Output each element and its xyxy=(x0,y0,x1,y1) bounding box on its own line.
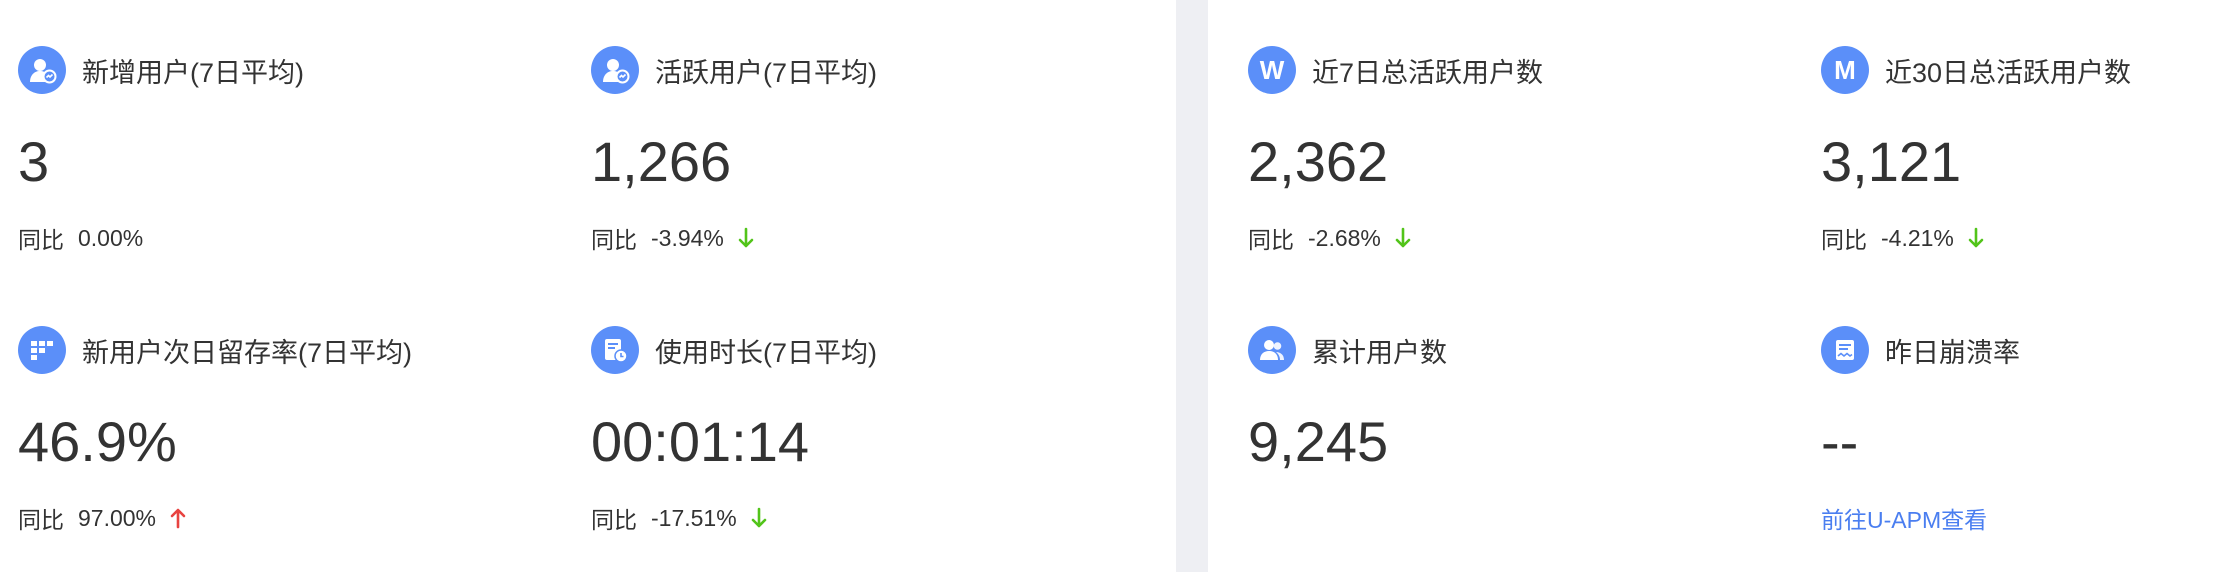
user-chart-icon xyxy=(18,46,66,94)
compare-value: -2.68% xyxy=(1308,224,1381,251)
card-header: W 近7日总活跃用户数 xyxy=(1248,46,1543,94)
right-panel: W 近7日总活跃用户数 2,362 同比 -2.68% M 近30日总活跃用户数… xyxy=(1208,0,2214,572)
card-value: 1,266 xyxy=(591,130,732,193)
card-title: 新增用户(7日平均) xyxy=(82,57,304,88)
document-clock-icon xyxy=(591,326,639,374)
compare-value: -4.21% xyxy=(1881,224,1954,251)
yoy-compare: 同比 -3.94% xyxy=(591,222,754,254)
card-title: 近30日总活跃用户数 xyxy=(1885,57,2132,88)
card-value: 46.9% xyxy=(18,410,177,473)
yoy-compare: 同比 -17.51% xyxy=(591,502,767,534)
panel-divider xyxy=(1176,0,1208,572)
card-header: 累计用户数 xyxy=(1248,326,1447,374)
yoy-compare: 同比 97.00% xyxy=(18,502,186,534)
compare-label: 同比 xyxy=(18,227,64,253)
stat-card-total-users: 累计用户数 9,245 xyxy=(1248,280,1768,520)
compare-label: 同比 xyxy=(591,507,637,533)
u-apm-link[interactable]: 前往U-APM查看 xyxy=(1821,502,1987,534)
stat-card-30day-active: M 近30日总活跃用户数 3,121 同比 -4.21% xyxy=(1821,0,2214,253)
card-header: 使用时长(7日平均) xyxy=(591,326,877,374)
grid-icon xyxy=(18,326,66,374)
week-w-icon: W xyxy=(1248,46,1296,94)
compare-value: 0.00% xyxy=(78,224,144,251)
compare-value: 97.00% xyxy=(78,504,157,531)
stat-card-active-users: 活跃用户(7日平均) 1,266 同比 -3.94% xyxy=(591,0,1111,253)
card-title: 近7日总活跃用户数 xyxy=(1312,57,1544,88)
card-title: 新用户次日留存率(7日平均) xyxy=(82,337,412,368)
card-title: 使用时长(7日平均) xyxy=(655,337,877,368)
users-icon xyxy=(1248,326,1296,374)
yoy-compare: 同比 -4.21% xyxy=(1821,222,1984,254)
yoy-compare: 同比 -2.68% xyxy=(1248,222,1411,254)
card-value: -- xyxy=(1821,410,1859,473)
arrow-down-icon xyxy=(751,507,767,529)
stat-card-new-users: 新增用户(7日平均) 3 同比 0.00% xyxy=(18,0,538,253)
yoy-compare: 同比 0.00% xyxy=(18,222,143,254)
month-m-icon: M xyxy=(1821,46,1869,94)
card-value: 2,362 xyxy=(1248,130,1389,193)
arrow-up-icon xyxy=(170,507,186,529)
stat-card-crash-rate: 昨日崩溃率 -- 前往U-APM查看 xyxy=(1821,280,2214,533)
card-title: 昨日崩溃率 xyxy=(1885,337,2020,368)
stat-card-usage-duration: 使用时长(7日平均) 00:01:14 同比 -17.51% xyxy=(591,280,1111,533)
compare-value: -17.51% xyxy=(651,504,737,531)
left-panel: 新增用户(7日平均) 3 同比 0.00% 活跃用户(7日平均) 1,266 同… xyxy=(0,0,1176,572)
compare-label: 同比 xyxy=(591,227,637,253)
card-header: 新增用户(7日平均) xyxy=(18,46,304,94)
compare-label: 同比 xyxy=(1821,227,1867,253)
arrow-down-icon xyxy=(1395,227,1411,249)
card-value: 00:01:14 xyxy=(591,410,809,473)
arrow-down-icon xyxy=(1968,227,1984,249)
crash-report-icon xyxy=(1821,326,1869,374)
user-chart-icon xyxy=(591,46,639,94)
stat-card-retention: 新用户次日留存率(7日平均) 46.9% 同比 97.00% xyxy=(18,280,538,533)
card-value: 9,245 xyxy=(1248,410,1389,473)
arrow-down-icon xyxy=(738,227,754,249)
card-header: M 近30日总活跃用户数 xyxy=(1821,46,2131,94)
compare-value: -3.94% xyxy=(651,224,724,251)
card-value: 3 xyxy=(18,130,50,193)
compare-label: 同比 xyxy=(1248,227,1294,253)
card-value: 3,121 xyxy=(1821,130,1962,193)
card-title: 累计用户数 xyxy=(1312,337,1447,368)
compare-label: 同比 xyxy=(18,507,64,533)
card-header: 活跃用户(7日平均) xyxy=(591,46,877,94)
card-header: 新用户次日留存率(7日平均) xyxy=(18,326,412,374)
card-title: 活跃用户(7日平均) xyxy=(655,57,877,88)
card-header: 昨日崩溃率 xyxy=(1821,326,2020,374)
stat-card-7day-active: W 近7日总活跃用户数 2,362 同比 -2.68% xyxy=(1248,0,1768,253)
